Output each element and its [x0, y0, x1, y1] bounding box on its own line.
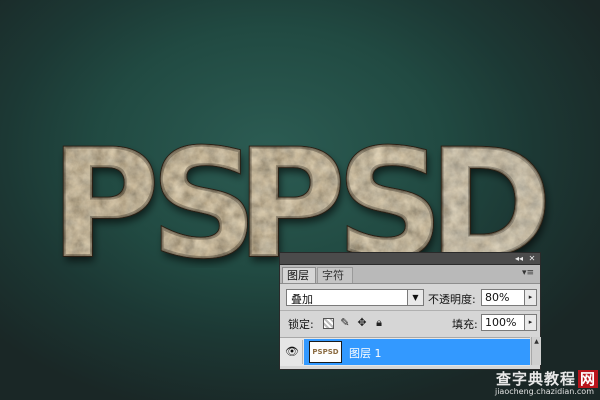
lock-transparency-icon[interactable] — [323, 318, 334, 329]
watermark-title-b: 教程 — [543, 370, 576, 388]
opacity-label: 不透明度: — [428, 293, 476, 306]
fill-field[interactable]: 100% — [481, 314, 525, 331]
blend-mode-value: 叠加 — [291, 293, 313, 306]
art-letters: PPPSSSPPPSSSDDD — [50, 117, 554, 268]
lock-position-icon[interactable]: ✥ — [356, 317, 368, 329]
lock-all-icon[interactable]: 🔒︎ — [373, 317, 385, 329]
visibility-eye-icon[interactable]: 👁︎ — [282, 340, 303, 364]
layer-thumbnail: PSPSD — [309, 341, 342, 363]
panel-tab-strip: 图层 字符 ▾≡ — [280, 265, 540, 284]
layers-panel: ◂◂ ✕ 图层 字符 ▾≡ 叠加 ▼ 不透明度: 80% ▸ 锁定: ✎ ✥ 🔒… — [279, 252, 541, 370]
art-letter: D — [428, 118, 553, 268]
document-canvas: PPPSSSPPPSSSDDD ◂◂ ✕ 图层 字符 ▾≡ 叠加 ▼ 不透明度:… — [0, 0, 600, 400]
panel-title-bar[interactable]: ◂◂ ✕ — [280, 253, 540, 265]
tab-characters[interactable]: 字符 — [317, 267, 353, 283]
layer-row-selected[interactable]: PSPSD 图层 1 — [304, 339, 530, 365]
rock-text-artwork: PPPSSSPPPSSSDDD — [50, 117, 554, 268]
fill-slider-arrow-icon[interactable]: ▸ — [524, 314, 537, 331]
scroll-up-icon[interactable]: ▲ — [532, 337, 541, 346]
dropdown-arrow-icon[interactable]: ▼ — [407, 290, 423, 305]
lock-paint-icon[interactable]: ✎ — [339, 317, 351, 329]
watermark-title: 查字典教程网 — [496, 368, 598, 389]
close-icon[interactable]: ✕ — [526, 253, 538, 264]
site-watermark: 查字典教程网 jiaocheng.chazidian.com — [466, 368, 598, 400]
art-letter: P — [236, 118, 346, 268]
blend-mode-select[interactable]: 叠加 ▼ — [286, 289, 424, 306]
fill-label: 填充: — [452, 318, 478, 331]
divider — [280, 310, 540, 311]
panel-menu-icon[interactable]: ▾≡ — [520, 268, 536, 278]
collapse-panel-icon[interactable]: ◂◂ — [513, 253, 525, 264]
watermark-title-a: 查字典 — [495, 370, 544, 388]
opacity-field[interactable]: 80% — [481, 289, 525, 306]
layer-row[interactable]: 👁︎ PSPSD 图层 1 — [280, 337, 530, 366]
art-letter: P — [50, 118, 160, 268]
lock-label: 锁定: — [288, 318, 314, 331]
opacity-slider-arrow-icon[interactable]: ▸ — [524, 289, 537, 306]
tab-layers[interactable]: 图层 — [282, 267, 316, 283]
watermark-title-c: 网 — [577, 370, 598, 388]
panel-scrollbar[interactable]: ▲ — [531, 337, 541, 365]
layer-name[interactable]: 图层 1 — [349, 345, 382, 361]
watermark-url: jiaocheng.chazidian.com — [494, 387, 594, 396]
